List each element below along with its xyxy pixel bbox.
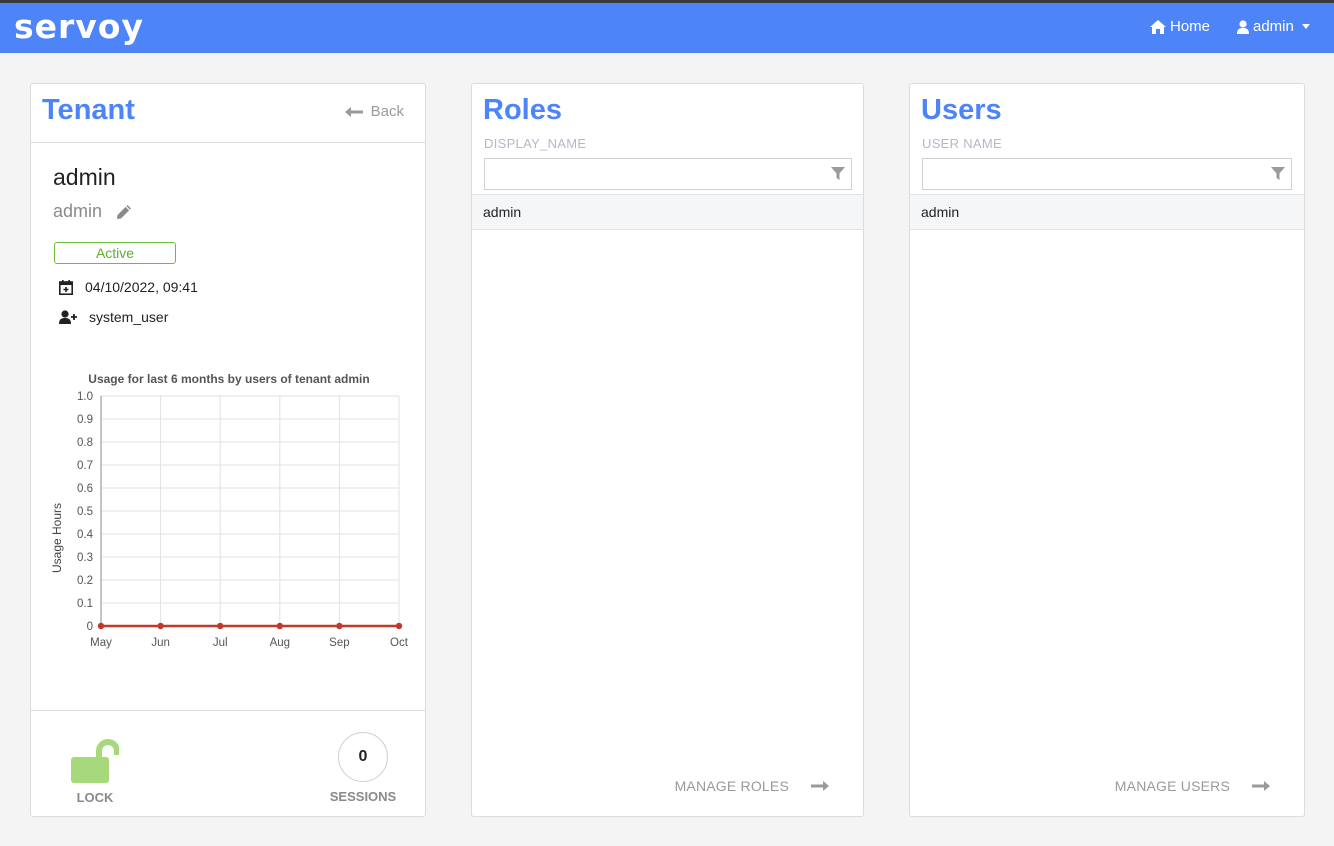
lock-label: LOCK [76, 790, 114, 805]
sessions-label: SESSIONS [329, 789, 397, 804]
chart-grid: 0 0.1 0.2 0.3 0.4 0.5 0.6 0.7 0.8 0.9 1.0 May Jun Jul… [77, 391, 409, 649]
home-icon [1150, 19, 1166, 34]
x-tick-label: Sep [329, 637, 349, 649]
created-date-row: 04/10/2022, 09:41 [59, 279, 198, 295]
chart-title: Usage for last 6 months by users of tena… [88, 372, 369, 386]
divider [31, 142, 425, 143]
calendar-plus-icon [59, 279, 73, 295]
created-date: 04/10/2022, 09:41 [85, 279, 198, 295]
users-title: Users [921, 94, 1002, 126]
y-tick-label: 0.2 [77, 575, 93, 587]
manage-users-label: MANAGE USERS [1114, 778, 1230, 794]
y-tick-label: 0.5 [77, 506, 93, 518]
back-button[interactable]: Back [344, 103, 404, 120]
chart-marks [97, 622, 403, 630]
roles-filter-input[interactable] [485, 159, 851, 189]
manage-users-button[interactable]: MANAGE USERS [1115, 778, 1270, 794]
users-filter-input[interactable] [923, 159, 1291, 189]
tenant-panel: Tenant Back admin admin Active 04/10/202… [30, 83, 426, 817]
filter-icon[interactable] [1271, 167, 1285, 181]
x-tick-label: Aug [270, 637, 290, 649]
arrow-left-icon [344, 106, 363, 117]
sessions-block[interactable]: 0 SESSIONS [328, 732, 398, 804]
y-tick-label: 0.1 [77, 598, 93, 610]
tenant-name: admin [53, 164, 116, 190]
roles-column-header: DISPLAY_NAME [484, 136, 587, 151]
list-item[interactable]: admin [472, 194, 863, 230]
top-navbar: servoy Home admin [0, 0, 1334, 53]
user-icon [1237, 19, 1249, 34]
created-by: system_user [89, 309, 169, 325]
y-tick-label: 0.8 [77, 437, 93, 449]
data-point [276, 622, 283, 630]
tenant-display-name-row: admin [53, 201, 132, 222]
user-menu[interactable]: admin [1237, 18, 1310, 35]
lock-button[interactable]: LOCK [71, 739, 120, 805]
chart-y-axis-label: Usage Hours [50, 503, 64, 573]
chevron-down-icon [1301, 24, 1310, 29]
x-tick-label: Oct [390, 637, 409, 649]
created-by-row: system_user [59, 309, 168, 325]
users-column-header: USER NAME [922, 136, 1002, 151]
unlock-icon [71, 739, 120, 783]
x-tick-label: May [90, 637, 112, 649]
y-tick-label: 1.0 [77, 391, 93, 403]
divider [31, 710, 425, 711]
data-point [217, 622, 224, 630]
tenant-display-name: admin [53, 201, 103, 221]
data-point [395, 622, 403, 630]
data-point [157, 622, 164, 630]
y-tick-label: 0.6 [77, 483, 93, 495]
usage-chart-svg: Usage for last 6 months by users of tena… [50, 372, 409, 649]
y-tick-label: 0.3 [77, 552, 93, 564]
user-menu-label: admin [1253, 18, 1294, 35]
user-plus-icon [59, 310, 77, 324]
y-tick-label: 0.4 [77, 529, 94, 541]
home-label: Home [1170, 18, 1211, 35]
status-badge: Active [54, 242, 176, 264]
y-tick-label: 0.9 [77, 414, 93, 426]
data-point [336, 622, 343, 630]
x-tick-label: Jun [151, 637, 170, 649]
x-tick-label: Jul [213, 637, 228, 649]
back-label: Back [370, 103, 404, 120]
arrow-right-icon [811, 781, 829, 791]
tenant-title: Tenant [42, 94, 135, 126]
usage-chart: Usage for last 6 months by users of tena… [41, 367, 421, 657]
y-tick-label: 0 [87, 621, 93, 633]
list-item[interactable]: admin [910, 194, 1304, 230]
filter-icon[interactable] [831, 167, 845, 181]
home-nav-link[interactable]: Home [1150, 18, 1210, 35]
data-point [97, 622, 105, 630]
roles-panel: Roles DISPLAY_NAME admin MANAGE ROLES [471, 83, 864, 817]
manage-roles-label: MANAGE ROLES [674, 778, 789, 794]
pencil-icon[interactable] [116, 204, 132, 220]
sessions-count: 0 [338, 732, 388, 782]
roles-filter [484, 158, 852, 190]
manage-roles-button[interactable]: MANAGE ROLES [675, 778, 829, 794]
users-filter [922, 158, 1292, 190]
roles-title: Roles [483, 94, 562, 126]
y-tick-label: 0.7 [77, 460, 93, 472]
arrow-right-icon [1252, 781, 1270, 791]
servoy-logo[interactable]: servoy [14, 7, 144, 46]
users-panel: Users USER NAME admin MANAGE USERS [909, 83, 1305, 817]
